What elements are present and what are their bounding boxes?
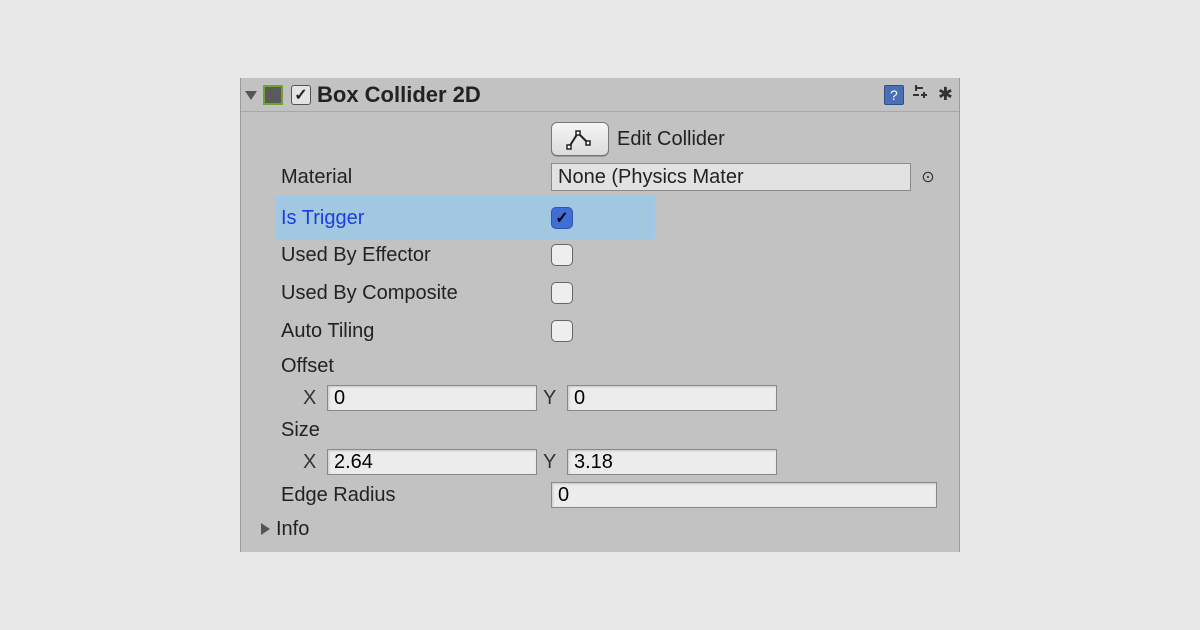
used-by-effector-checkbox[interactable] [551,244,573,266]
component-type-icon [263,85,283,105]
offset-y-input[interactable] [567,385,777,411]
size-x-input[interactable] [327,449,537,475]
component-header[interactable]: ✓ Box Collider 2D ? ✱ [241,78,959,112]
material-row: Material None (Physics Mater ⊙ [281,158,937,196]
auto-tiling-label: Auto Tiling [281,320,374,342]
presets-icon[interactable] [912,83,930,106]
material-field[interactable]: None (Physics Mater [551,163,911,191]
size-x-label: X [303,451,321,474]
is-trigger-row: Is Trigger ✓ [281,196,937,240]
edit-collider-icon [566,129,594,151]
offset-label: Offset [281,355,334,377]
is-trigger-label: Is Trigger [281,207,364,229]
size-values-row: X Y [281,446,937,478]
is-trigger-checkbox[interactable]: ✓ [551,207,573,229]
size-label: Size [281,419,320,441]
used-by-effector-row: Used By Effector [281,236,937,274]
edit-collider-label: Edit Collider [617,128,725,151]
material-label: Material [281,166,352,188]
help-icon[interactable]: ? [884,85,904,105]
info-foldout[interactable]: Info [261,512,937,546]
info-label: Info [276,518,309,541]
used-by-composite-row: Used By Composite [281,274,937,312]
offset-x-label: X [303,387,321,410]
foldout-toggle-icon[interactable] [245,91,257,100]
offset-values-row: X Y [281,382,937,414]
used-by-composite-label: Used By Composite [281,282,458,304]
chevron-right-icon [261,523,270,535]
auto-tiling-row: Auto Tiling [281,312,937,350]
object-picker-icon[interactable]: ⊙ [919,167,937,187]
size-y-label: Y [543,451,561,474]
component-title: Box Collider 2D [317,82,880,108]
size-header-row: Size [281,414,937,446]
offset-y-label: Y [543,387,561,410]
used-by-effector-label: Used By Effector [281,244,431,266]
material-value: None (Physics Mater [558,166,744,189]
edit-collider-row: Edit Collider [281,120,937,158]
offset-x-input[interactable] [327,385,537,411]
box-collider-2d-component: ✓ Box Collider 2D ? ✱ [240,78,960,552]
edge-radius-label: Edge Radius [281,484,396,506]
edit-collider-button[interactable] [551,122,609,156]
settings-gear-icon[interactable]: ✱ [938,84,953,105]
auto-tiling-checkbox[interactable] [551,320,573,342]
edge-radius-row: Edge Radius [281,478,937,512]
offset-header-row: Offset [281,350,937,382]
component-enabled-checkbox[interactable]: ✓ [291,85,311,105]
used-by-composite-checkbox[interactable] [551,282,573,304]
edge-radius-input[interactable] [551,482,937,508]
size-y-input[interactable] [567,449,777,475]
